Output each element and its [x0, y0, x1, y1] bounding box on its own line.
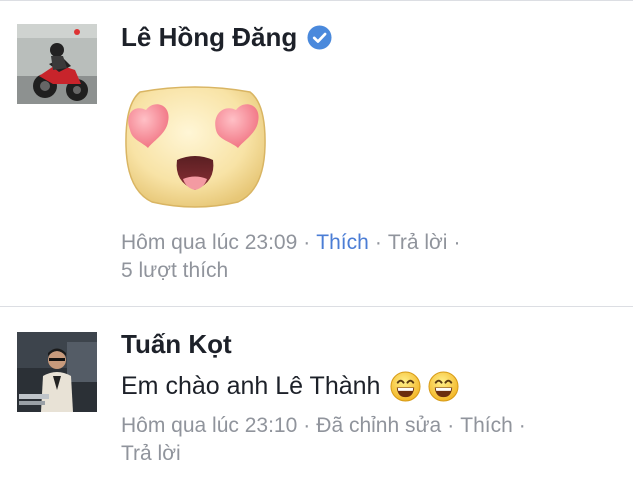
like-count[interactable]: 5 lượt thích: [121, 259, 228, 282]
comment-text: Em chào anh Lê Thành: [121, 372, 381, 400]
reply-link[interactable]: Trả lời: [388, 231, 448, 254]
avatar[interactable]: [17, 24, 97, 104]
heart-eyes-sticker: [125, 86, 266, 208]
timestamp[interactable]: Hôm qua lúc 23:09: [121, 231, 297, 254]
author-name[interactable]: Tuấn Kọt: [121, 329, 232, 360]
verified-badge-icon: [307, 25, 332, 50]
comment-text-row: Em chào anh Lê Thành: [121, 371, 459, 402]
grinning-emoji-icon: [428, 371, 459, 402]
timestamp[interactable]: Hôm qua lúc 23:10: [121, 414, 297, 437]
like-link[interactable]: Thích: [316, 231, 369, 254]
comment-meta: Hôm qua lúc 23:10 · Đã chỉnh sửa · Thích · Tr…: [121, 414, 526, 465]
comment-item: Tuấn Kọt Em chào anh Lê Thành Hôm qua lú…: [0, 307, 633, 488]
author-name[interactable]: Lê Hồng Đăng: [121, 22, 297, 53]
edited-label[interactable]: Đã chỉnh sửa: [316, 414, 441, 437]
grinning-emoji-icon: [390, 371, 421, 402]
comment-meta: Hôm qua lúc 23:09 · Thích · Trả lời · 5 lượt …: [121, 231, 461, 282]
like-link[interactable]: Thích: [460, 414, 513, 437]
avatar[interactable]: [17, 332, 97, 412]
comment-item: Lê Hồng Đăng Hôm qua lúc 23:09 · Thích ·…: [0, 0, 633, 306]
reply-link[interactable]: Trả lời: [121, 442, 181, 465]
